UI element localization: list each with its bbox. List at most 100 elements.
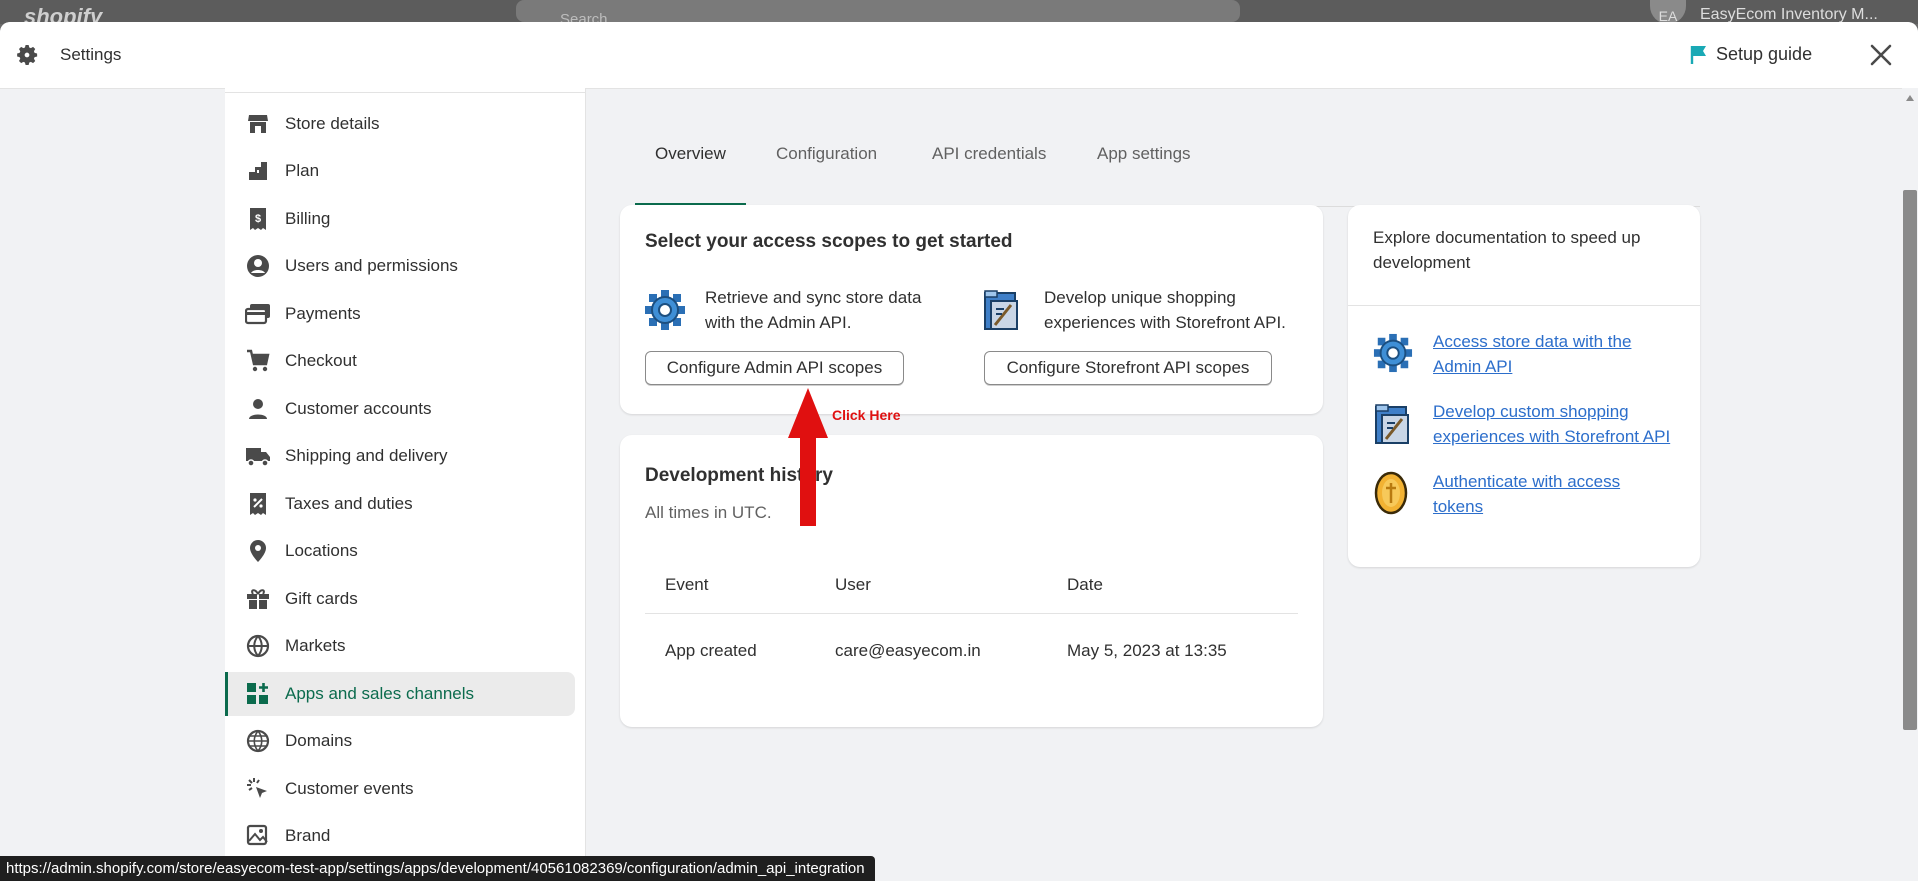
token-coin-icon (1374, 471, 1408, 515)
sidebar-divider (225, 92, 585, 93)
history-subtitle: All times in UTC. (645, 503, 772, 522)
sidebar-item-shipping-and-delivery[interactable]: Shipping and delivery (225, 434, 575, 478)
setup-guide-button[interactable]: Setup guide (1690, 44, 1812, 65)
doc-link-line: experiences with Storefront API (1433, 427, 1671, 446)
doc-link-storefront-api[interactable]: Develop custom shopping experiences with… (1433, 399, 1670, 449)
app-tabs: Overview Configuration API credentials A… (635, 132, 1700, 207)
sidebar-item-checkout[interactable]: Checkout (225, 339, 575, 383)
documentation-divider (1348, 305, 1700, 306)
background-search: Search (516, 0, 1240, 22)
sidebar-item-label: Gift cards (285, 589, 358, 608)
sidebar-item-label: Store details (285, 114, 380, 133)
sidebar-item-label: Customer events (285, 779, 414, 798)
tab-api-credentials[interactable]: API credentials (932, 132, 1046, 206)
gift-icon (245, 586, 271, 612)
documentation-card: Explore documentation to speed up develo… (1348, 205, 1700, 567)
documentation-title: Explore documentation to speed up develo… (1373, 225, 1640, 275)
sidebar-item-store-details[interactable]: Store details (225, 102, 575, 146)
sidebar-item-locations[interactable]: Locations (225, 529, 575, 573)
click-here-annotation: Click Here (832, 407, 901, 423)
billing-icon: $ (245, 206, 271, 232)
doc-link-line: Develop custom shopping (1433, 402, 1629, 421)
close-icon[interactable] (1866, 40, 1896, 70)
sidebar-item-label: Checkout (285, 351, 357, 370)
sidebar-item-label: Billing (285, 209, 331, 228)
storefront-api-text-line: experiences with Storefront API. (1044, 313, 1286, 332)
globe-icon (245, 728, 271, 754)
sidebar-item-label: Apps and sales channels (285, 684, 475, 703)
storefront-api-text: Develop unique shopping experiences with… (1044, 285, 1286, 335)
admin-api-text-line: Retrieve and sync store data (705, 288, 922, 307)
sidebar-item-label: Taxes and duties (285, 494, 413, 513)
development-history-card: Development history All times in UTC. Ev… (620, 435, 1323, 727)
sidebar-item-label: Shipping and delivery (285, 446, 448, 465)
doc-link-access-tokens[interactable]: Authenticate with access tokens (1433, 469, 1620, 519)
sidebar-item-label: Locations (285, 541, 358, 560)
apps-icon (245, 681, 271, 707)
settings-modal: Settings Setup guide Store details Plan … (0, 22, 1918, 881)
sidebar-item-customer-events[interactable]: Customer events (225, 767, 575, 811)
sidebar-item-label: Payments (285, 304, 361, 323)
scrollbar-thumb[interactable] (1903, 190, 1917, 730)
page-title: Settings (60, 45, 122, 64)
doc-link-line: Access store data with the (1433, 332, 1632, 351)
sidebar-item-domains[interactable]: Domains (225, 719, 575, 763)
storefront-pixel-icon (1375, 404, 1409, 444)
background-topbar: shopify Search EA EasyEcom Inventory M..… (0, 0, 1918, 29)
sidebar-item-label: Users and permissions (285, 256, 458, 275)
configure-admin-api-scopes-button[interactable]: Configure Admin API scopes (645, 351, 904, 385)
tax-icon (245, 491, 271, 517)
settings-sidebar: Store details Plan $ Billing Users and p… (225, 88, 586, 881)
sidebar-item-customer-accounts[interactable]: Customer accounts (225, 387, 575, 431)
flag-icon (1690, 45, 1706, 64)
sidebar-item-markets[interactable]: Markets (225, 624, 575, 668)
sidebar-item-brand[interactable]: Brand (225, 814, 575, 858)
red-arrow-annotation (788, 388, 828, 526)
setup-guide-label: Setup guide (1716, 44, 1813, 64)
doc-link-line: Authenticate with access (1433, 472, 1621, 491)
admin-api-text-line: with the Admin API. (705, 313, 852, 332)
cart-icon (245, 348, 271, 374)
sidebar-item-label: Plan (285, 161, 320, 180)
svg-text:$: $ (255, 213, 261, 225)
column-header-date: Date (1067, 575, 1103, 594)
sidebar-item-taxes-and-duties[interactable]: Taxes and duties (225, 482, 575, 526)
doc-link-line: Admin API (1433, 357, 1513, 376)
plan-icon (245, 158, 271, 184)
payments-icon (245, 301, 271, 327)
avatar: EA (1650, 0, 1686, 24)
tab-overview[interactable]: Overview (655, 132, 726, 206)
tab-app-settings[interactable]: App settings (1097, 132, 1191, 206)
sidebar-item-plan[interactable]: Plan (225, 149, 575, 193)
sidebar-item-billing[interactable]: $ Billing (225, 197, 575, 241)
column-header-user: User (835, 575, 871, 594)
doc-link-line: tokens (1433, 497, 1484, 516)
documentation-title-line: development (1373, 253, 1471, 272)
tab-configuration[interactable]: Configuration (776, 132, 877, 206)
brand-image-icon (245, 823, 271, 849)
access-scopes-card: Select your access scopes to get started… (620, 205, 1323, 414)
configure-storefront-api-scopes-button[interactable]: Configure Storefront API scopes (984, 351, 1272, 385)
history-user: care@easyecom.in (835, 641, 981, 660)
doc-link-admin-api[interactable]: Access store data with the Admin API (1433, 329, 1631, 379)
storefront-pixel-icon (984, 290, 1018, 330)
history-event: App created (665, 641, 757, 660)
gear-pixel-icon (645, 290, 685, 330)
history-date: May 5, 2023 at 13:35 (1067, 641, 1227, 660)
store-icon (245, 111, 271, 137)
sidebar-item-users-and-permissions[interactable]: Users and permissions (225, 244, 575, 288)
sidebar-item-apps-and-sales-channels[interactable]: Apps and sales channels (225, 672, 575, 716)
sidebar-item-gift-cards[interactable]: Gift cards (225, 577, 575, 621)
sidebar-item-payments[interactable]: Payments (225, 292, 575, 336)
person-icon (245, 396, 271, 422)
gear-icon (17, 45, 38, 65)
sidebar-item-label: Domains (285, 731, 353, 750)
sidebar-item-label: Markets (285, 636, 346, 655)
access-scopes-title: Select your access scopes to get started (645, 231, 1013, 252)
cursor-click-icon (245, 776, 271, 802)
table-divider (645, 613, 1298, 614)
documentation-title-line: Explore documentation to speed up (1373, 228, 1641, 247)
gear-pixel-icon (1373, 333, 1413, 373)
sidebar-item-label: Customer accounts (285, 399, 432, 418)
status-bar-url: https://admin.shopify.com/store/easyecom… (0, 856, 875, 881)
